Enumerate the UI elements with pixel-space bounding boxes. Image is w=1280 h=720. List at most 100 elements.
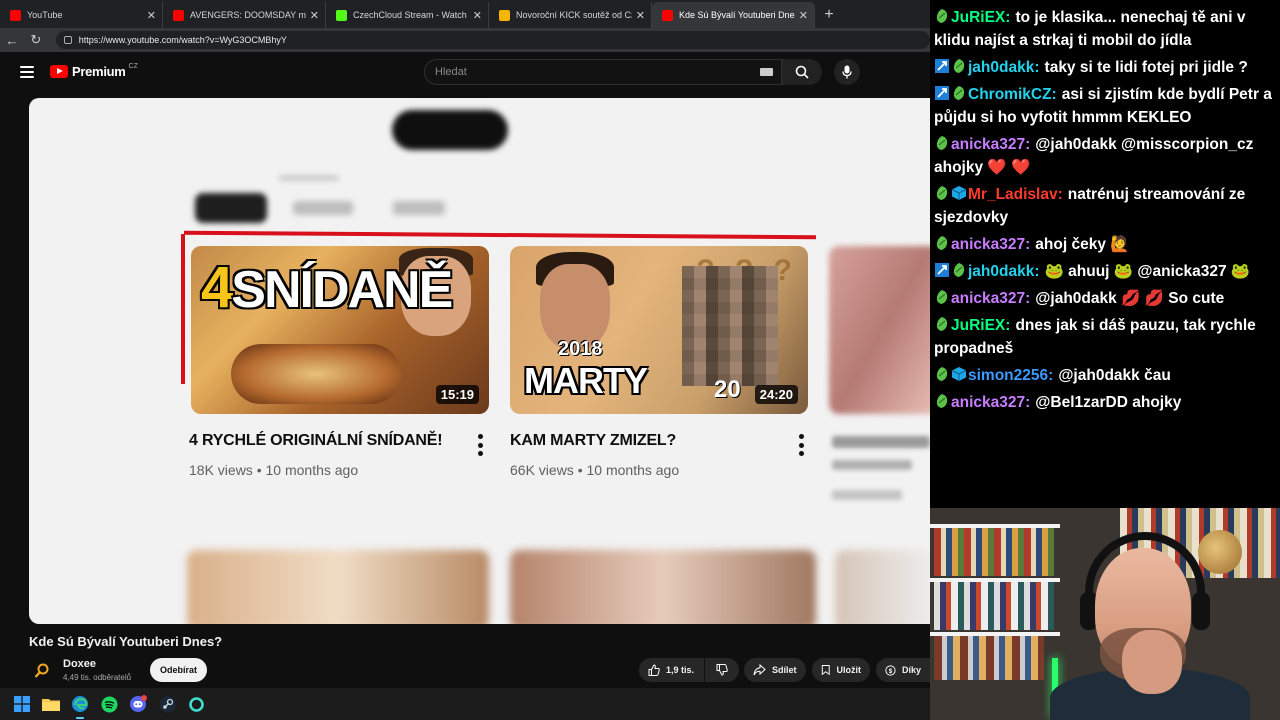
tab-label: AVENGERS: DOOMSDAY mě začín… xyxy=(190,10,306,20)
green-badge-icon xyxy=(951,86,968,103)
like-button[interactable]: 1,9 tis. xyxy=(639,658,704,682)
cube-badge-icon xyxy=(951,367,968,384)
chat-separator: : xyxy=(1025,290,1031,307)
youtube-logo[interactable]: Premium CZ xyxy=(50,63,138,79)
blue-badge-icon xyxy=(934,59,951,76)
dislike-button[interactable] xyxy=(705,658,739,682)
chat-text: 🐸 ahuuj 🐸 @anicka327 🐸 xyxy=(1044,263,1251,280)
chat-username[interactable]: Mr_Ladislav xyxy=(968,186,1058,203)
browser-tab[interactable]: Kde Sú Bývalí Youtuberi Dnes? - Yo… ✕ xyxy=(652,2,815,28)
channel-name[interactable]: Doxee xyxy=(63,658,96,670)
chat-username[interactable]: ChromikCZ xyxy=(968,86,1052,103)
chat-separator: : xyxy=(1025,394,1031,411)
video-meta: 66K views • 10 months ago xyxy=(510,462,680,478)
chat-message: Mr_Ladislav: natrénuj streamování ze sjez… xyxy=(934,183,1276,229)
site-info-icon[interactable] xyxy=(63,36,72,44)
thumbs-up-icon xyxy=(648,664,660,676)
chat-username[interactable]: jah0dakk xyxy=(968,59,1034,76)
chat-message: jah0dakk: taky si te lidi fotej pri jidle… xyxy=(934,56,1276,79)
svg-text:$: $ xyxy=(889,667,893,674)
tab-label: CzechCloud Stream - Watch Live o… xyxy=(353,10,469,20)
back-icon[interactable]: ← xyxy=(0,33,24,48)
chat-message: JuRiEX: dnes jak si dáš pauzu, tak rychle… xyxy=(934,314,1276,360)
favicon-icon xyxy=(662,9,673,21)
chat-text: @jah0dakk čau xyxy=(1058,367,1171,384)
chat-separator: : xyxy=(1057,186,1063,203)
chat-username[interactable]: simon2256 xyxy=(968,367,1048,384)
favicon-icon xyxy=(173,9,184,21)
close-tab-icon[interactable]: ✕ xyxy=(147,9,156,22)
video-title: KAM MARTY ZMIZEL? xyxy=(510,432,677,449)
red-highlight-line-left xyxy=(181,234,185,384)
menu-icon[interactable] xyxy=(20,66,34,78)
thumbnail-year-partial: 20 xyxy=(714,376,741,403)
green-badge-icon xyxy=(934,236,951,253)
blurred-thumbnail xyxy=(829,246,930,414)
chat-username[interactable]: anicka327 xyxy=(951,394,1025,411)
chat-separator: : xyxy=(1005,9,1011,26)
thumbnail-text: MARTY xyxy=(524,360,648,401)
video-player[interactable]: 4SNÍDANĚ 15:19 ? ? ? 2018 MARTY 20 24:20… xyxy=(29,98,930,624)
file-explorer-icon[interactable] xyxy=(41,694,61,714)
like-count: 1,9 tis. xyxy=(666,665,695,675)
green-badge-icon xyxy=(934,317,951,334)
chat-text: @Bel1zarDD ahojky xyxy=(1035,394,1182,411)
close-tab-icon[interactable]: ✕ xyxy=(310,9,319,22)
app-ring-icon[interactable] xyxy=(186,694,206,714)
browser-tab[interactable]: YouTube ✕ xyxy=(0,2,163,28)
favicon-icon xyxy=(10,9,21,21)
chat-username[interactable]: anicka327 xyxy=(951,136,1025,153)
browser-tab-strip: YouTube✕AVENGERS: DOOMSDAY mě začín…✕Cze… xyxy=(0,0,930,28)
chat-username[interactable]: JuRiEX xyxy=(951,9,1005,26)
close-tab-icon[interactable]: ✕ xyxy=(473,9,482,22)
blurred-tab-popular xyxy=(293,201,353,215)
pixelated-face xyxy=(682,266,778,386)
chat-username[interactable]: anicka327 xyxy=(951,290,1025,307)
chat-username[interactable]: anicka327 xyxy=(951,236,1025,253)
search-button[interactable] xyxy=(782,59,822,85)
chat-text: @jah0dakk 💋 💋 So cute xyxy=(1035,290,1225,307)
youtube-header: Premium CZ xyxy=(0,52,930,92)
search-input[interactable] xyxy=(435,66,760,78)
share-button[interactable]: Sdílet xyxy=(744,658,806,682)
chat-separator: : xyxy=(1034,263,1040,280)
browser-tab[interactable]: AVENGERS: DOOMSDAY mě začín… ✕ xyxy=(163,2,326,28)
url-field[interactable]: https://www.youtube.com/watch?v=WyG3OCMB… xyxy=(55,31,930,49)
video-meta: 18K views • 10 months ago xyxy=(189,462,359,478)
super-thanks-icon: $ xyxy=(885,664,896,676)
channel-avatar[interactable] xyxy=(30,659,54,683)
share-label: Sdílet xyxy=(772,665,797,675)
chat-username[interactable]: jah0dakk xyxy=(968,263,1034,280)
chat-username[interactable]: JuRiEX xyxy=(951,317,1005,334)
chat-message: simon2256: @jah0dakk čau xyxy=(934,364,1276,387)
blurred-tab-oldest xyxy=(393,201,445,215)
new-tab-button[interactable]: + xyxy=(815,2,843,28)
edge-browser-icon[interactable] xyxy=(70,694,90,719)
books xyxy=(934,582,1054,630)
steam-icon[interactable] xyxy=(157,694,177,714)
blurred-thumbnail xyxy=(835,550,930,624)
blurred-thumbnail xyxy=(510,550,816,624)
discord-icon[interactable] xyxy=(128,694,148,714)
voice-search-button[interactable] xyxy=(834,59,860,85)
close-tab-icon[interactable]: ✕ xyxy=(636,9,645,22)
subscribe-button[interactable]: Odebírat xyxy=(150,658,207,682)
green-badge-icon xyxy=(934,186,951,203)
blue-badge-icon xyxy=(934,86,951,103)
brand-label: Premium xyxy=(72,64,126,79)
thanks-button[interactable]: $ Díky xyxy=(876,658,930,682)
keyboard-icon[interactable] xyxy=(760,68,773,76)
books xyxy=(934,636,1044,680)
browser-tab[interactable]: CzechCloud Stream - Watch Live o… ✕ xyxy=(326,2,489,28)
books xyxy=(934,528,1054,576)
save-button[interactable]: Uložit xyxy=(812,658,870,682)
browser-tab[interactable]: Novoroční KICK soutěž od CzechC… ✕ xyxy=(489,2,652,28)
duration-badge: 15:19 xyxy=(435,385,479,404)
spotify-icon[interactable] xyxy=(99,694,119,714)
cube-badge-icon xyxy=(951,186,968,203)
windows-start-icon[interactable] xyxy=(12,694,32,714)
bookmark-icon xyxy=(821,665,830,676)
close-tab-icon[interactable]: ✕ xyxy=(799,9,808,22)
url-text: https://www.youtube.com/watch?v=WyG3OCMB… xyxy=(78,35,287,45)
reload-icon[interactable]: ↻ xyxy=(24,32,48,48)
